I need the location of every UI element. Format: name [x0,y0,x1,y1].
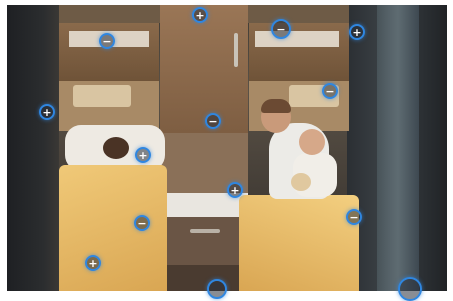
plus-icon: + [230,183,240,197]
door-frame-left [7,5,59,291]
plus-hotspot-1[interactable]: + [192,7,208,23]
floor [160,265,248,291]
plus-hotspot-3[interactable]: + [39,104,55,120]
plus-hotspot-5[interactable]: + [227,182,243,198]
door-glass [377,5,419,291]
minus-hotspot-4[interactable]: − [205,113,221,129]
plus-hotspot-6[interactable]: + [85,255,101,271]
minus-hotspot-1[interactable]: − [99,33,115,49]
minus-icon: − [208,114,218,128]
plus-icon: + [195,8,205,22]
drawer-pull [190,229,220,233]
bed-left [59,165,167,291]
cabinet-panel-right [255,31,339,47]
overhead-cabinet-right [249,23,349,81]
minus-icon: − [137,216,147,230]
minus-icon: − [325,84,335,98]
minus-icon: − [102,34,112,48]
plus-icon: + [352,25,362,39]
minus-hotspot-5[interactable]: − [134,215,150,231]
viewer-stage: + − − + + − − + + − − + [0,0,453,301]
reading-light-left [73,85,131,107]
minus-hotspot-2[interactable]: − [271,19,291,39]
bed-right [239,195,359,291]
plus-icon: + [42,105,52,119]
hotspot-bottom-right[interactable] [398,277,422,301]
minus-icon: − [349,210,359,224]
minus-hotspot-6[interactable]: − [346,209,362,225]
wardrobe-center [160,5,248,133]
plus-hotspot-2[interactable]: + [349,24,365,40]
wardrobe-handle [234,33,238,67]
minus-hotspot-3[interactable]: − [322,83,338,99]
minus-icon: − [276,22,286,36]
camper-interior-photo [7,5,447,291]
hotspot-bottom-center[interactable] [207,279,227,299]
sleeping-person [103,137,129,159]
father-hair [261,99,291,113]
plus-icon: + [88,256,98,270]
drawer [160,217,248,265]
plus-icon: + [138,148,148,162]
plus-hotspot-4[interactable]: + [135,147,151,163]
overhead-cabinet-left [59,23,159,81]
baby-head [299,129,325,155]
plush-toy [291,173,311,191]
